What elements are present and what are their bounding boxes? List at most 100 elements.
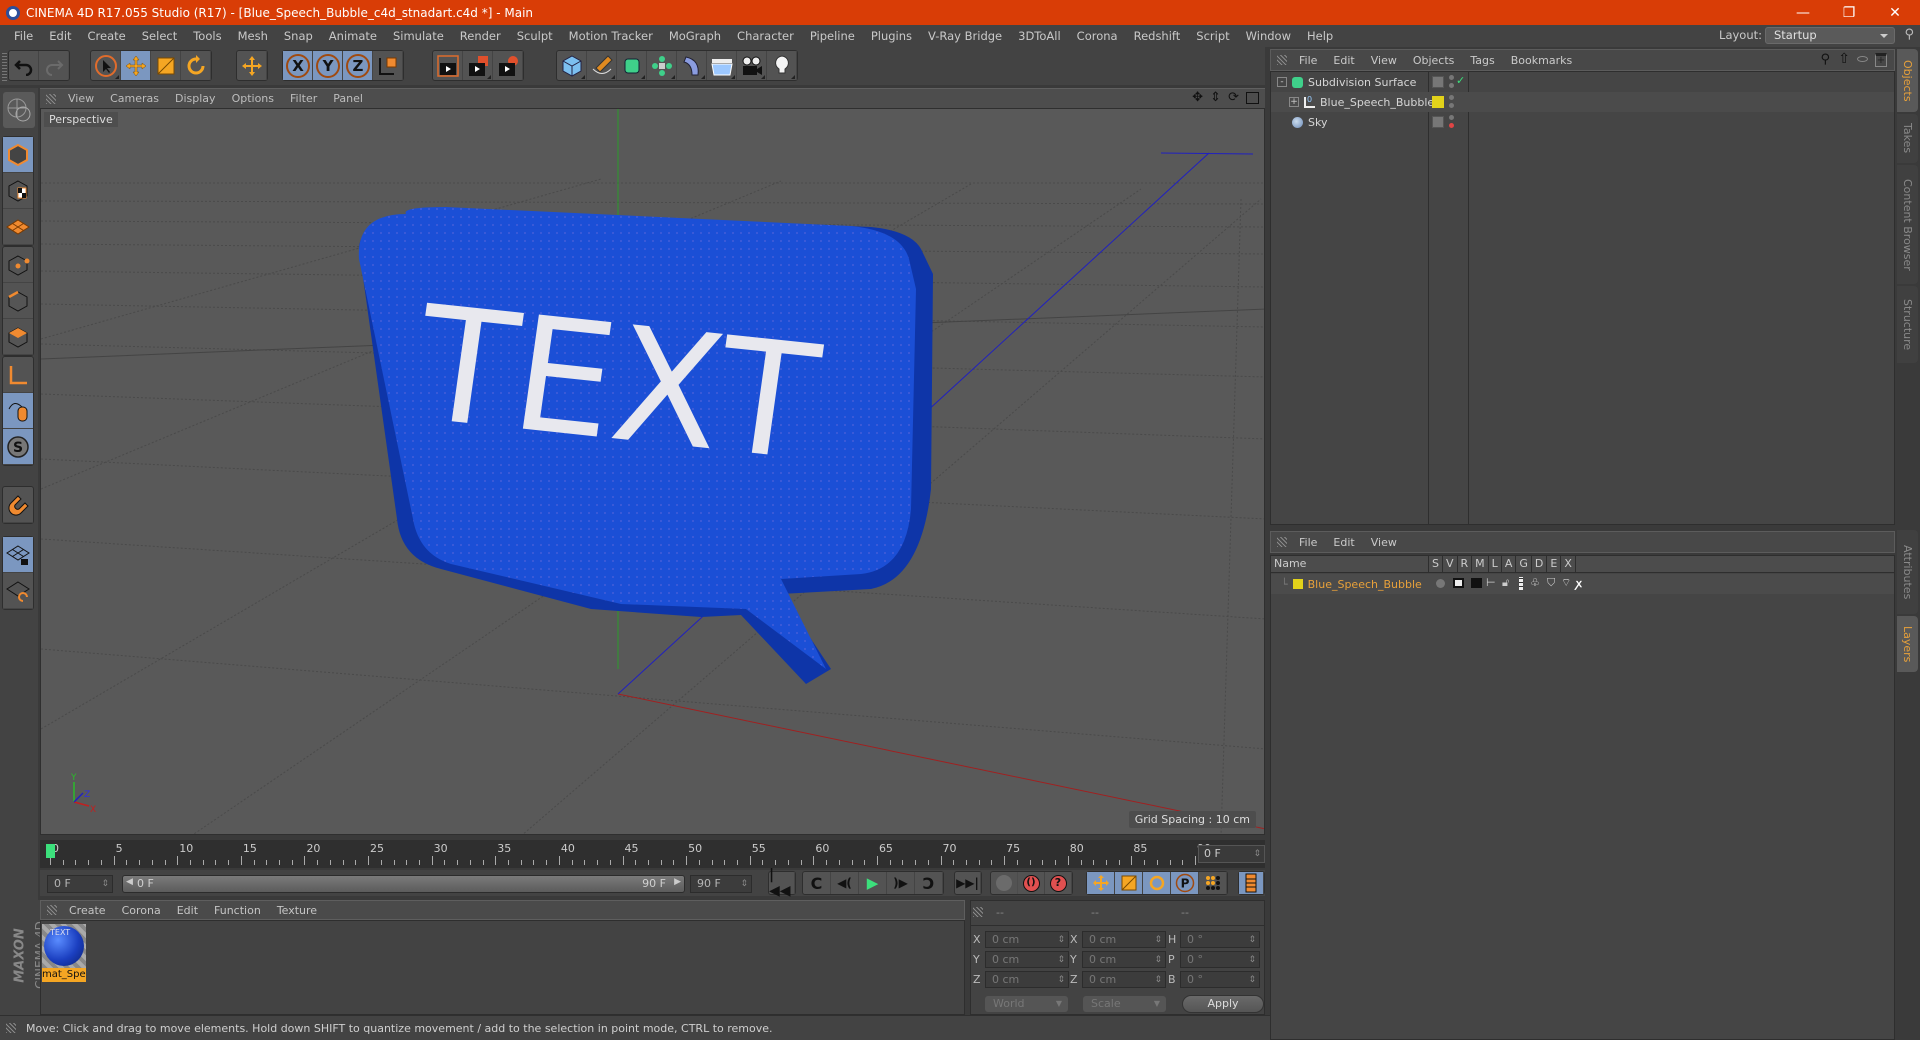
record-point-level-button[interactable] (1199, 872, 1227, 894)
y-axis-button[interactable]: Y (313, 51, 343, 80)
menu-animate[interactable]: Animate (321, 29, 385, 43)
objects-menu-bookmarks[interactable]: Bookmarks (1503, 54, 1580, 67)
preview-range-slider[interactable]: ◀ 0 F 90 F ▶ (122, 875, 685, 893)
scale-button[interactable] (151, 51, 181, 80)
material-name[interactable]: mat_Spe (42, 968, 86, 982)
material-menu-create[interactable]: Create (61, 904, 114, 917)
layer-solo-icon[interactable] (1436, 579, 1445, 588)
side-tab-takes[interactable]: Takes (1897, 114, 1918, 163)
material-menu-edit[interactable]: Edit (169, 904, 206, 917)
workplane-align-button[interactable] (3, 573, 33, 609)
end-frame-field[interactable]: 90 F (690, 875, 752, 893)
editor-visibility-dot[interactable] (1449, 115, 1454, 120)
deformer-button[interactable] (677, 51, 707, 80)
viewport-camera-label[interactable]: Perspective (44, 112, 118, 127)
next-key-button[interactable]: Ↄ (915, 872, 943, 894)
previous-key-button[interactable]: C (803, 872, 831, 894)
layers-menu-file[interactable]: File (1291, 536, 1325, 549)
search-icon[interactable]: ⚲ (1820, 52, 1830, 67)
apply-button[interactable]: Apply (1182, 995, 1264, 1013)
toolbar-grip[interactable] (2, 51, 7, 81)
range-left-arrow-icon[interactable]: ◀ (126, 877, 133, 887)
record-rotation-button[interactable] (1143, 872, 1171, 894)
rotate-button[interactable] (181, 51, 211, 80)
menu-3dtoall[interactable]: 3DToAll (1010, 29, 1069, 43)
viewport-menu-panel[interactable]: Panel (325, 92, 371, 105)
panel-grip[interactable] (973, 907, 983, 917)
expand-toggle-icon[interactable]: + (1289, 97, 1299, 107)
render-settings-button[interactable] (493, 51, 523, 80)
panel-grip[interactable] (47, 905, 57, 915)
subdivision-surface-button[interactable] (617, 51, 647, 80)
menu-create[interactable]: Create (80, 29, 134, 43)
viewport-menu-filter[interactable]: Filter (282, 92, 325, 105)
workplane-lock-button[interactable] (3, 537, 33, 573)
layer-col-locked[interactable]: L (1489, 556, 1502, 572)
snap-button[interactable] (3, 487, 33, 523)
menu-plugins[interactable]: Plugins (863, 29, 920, 43)
render-visibility-dot[interactable] (1449, 103, 1454, 108)
layer-col-animation[interactable]: A (1502, 556, 1517, 572)
start-frame-field[interactable]: 0 F (47, 875, 113, 893)
current-frame-field[interactable]: 0 F (1198, 845, 1265, 863)
layer-none-icon[interactable] (1432, 76, 1444, 88)
make-editable-button[interactable] (3, 92, 35, 128)
model-mode-button[interactable] (3, 137, 33, 173)
size-field[interactable]: 0 cm (1082, 931, 1166, 948)
search-icon[interactable]: ⚲ (1904, 27, 1914, 42)
menu-render[interactable]: Render (452, 29, 509, 43)
object-name[interactable]: Subdivision Surface (1308, 76, 1416, 89)
layer-visible-icon[interactable] (1453, 578, 1464, 588)
orbit-icon[interactable]: ⟳ (1228, 90, 1239, 105)
record-parameter-button[interactable]: P (1171, 872, 1199, 894)
layer-col-deformers[interactable]: D (1532, 556, 1548, 572)
render-view-button[interactable] (433, 51, 463, 80)
layer-render-icon[interactable] (1471, 578, 1482, 588)
record-active-button[interactable]: () (1018, 872, 1045, 894)
layer-color-swatch[interactable] (1292, 579, 1303, 589)
size-field[interactable]: 0 cm (1082, 951, 1166, 968)
polygons-mode-button[interactable] (3, 319, 33, 355)
menu-edit[interactable]: Edit (41, 29, 79, 43)
menu-select[interactable]: Select (134, 29, 185, 43)
menu-help[interactable]: Help (1299, 29, 1341, 43)
position-field[interactable]: 0 cm (985, 971, 1069, 988)
dolly-icon[interactable]: ⇕ (1210, 90, 1221, 105)
eye-icon[interactable] (1857, 56, 1868, 62)
panel-grip[interactable] (1277, 537, 1287, 547)
camera-button[interactable] (737, 51, 767, 80)
object-name[interactable]: Blue_Speech_Bubble (1320, 96, 1434, 109)
keyframe-selection-button[interactable] (991, 872, 1018, 894)
objects-menu-file[interactable]: File (1291, 54, 1325, 67)
render-visibility-dot[interactable] (1449, 123, 1454, 128)
solo-mode-button[interactable]: S (3, 429, 33, 465)
menu-mesh[interactable]: Mesh (230, 29, 276, 43)
editor-visibility-dot[interactable] (1449, 75, 1454, 80)
workplane-mode-button[interactable] (3, 209, 33, 245)
maximize-view-icon[interactable] (1246, 92, 1259, 104)
layer-col-generators[interactable]: G (1516, 556, 1532, 572)
layer-manager-icon[interactable]: ⊢ (1486, 576, 1496, 589)
floor-button[interactable] (707, 51, 737, 80)
objects-menu-edit[interactable]: Edit (1325, 54, 1362, 67)
coordinate-system-button[interactable] (373, 51, 403, 80)
layer-col-manager[interactable]: M (1472, 556, 1489, 572)
edges-mode-button[interactable] (3, 283, 33, 319)
layers-menu-edit[interactable]: Edit (1325, 536, 1362, 549)
undo-button[interactable] (9, 51, 39, 80)
position-field[interactable]: 0 cm (985, 951, 1069, 968)
coordinate-mode-dropdown[interactable]: Scale ▼ (1083, 996, 1166, 1012)
side-tab-content-browser[interactable]: Content Browser (1897, 165, 1918, 284)
record-scale-button[interactable] (1115, 872, 1143, 894)
side-tab-layers[interactable]: Layers (1897, 616, 1918, 672)
layers-menu-view[interactable]: View (1363, 536, 1405, 549)
texture-mode-button[interactable] (3, 173, 33, 209)
panel-grip[interactable] (1277, 55, 1287, 65)
enabled-check-icon[interactable]: ✓ (1456, 74, 1465, 87)
menu-snap[interactable]: Snap (276, 29, 321, 43)
z-axis-button[interactable]: Z (343, 51, 373, 80)
layer-xrefs-icon[interactable]: ꭗ (1576, 576, 1582, 591)
tweak-mode-button[interactable] (3, 393, 33, 429)
object-name[interactable]: Sky (1308, 116, 1327, 129)
play-button[interactable]: ▶ (859, 872, 887, 894)
